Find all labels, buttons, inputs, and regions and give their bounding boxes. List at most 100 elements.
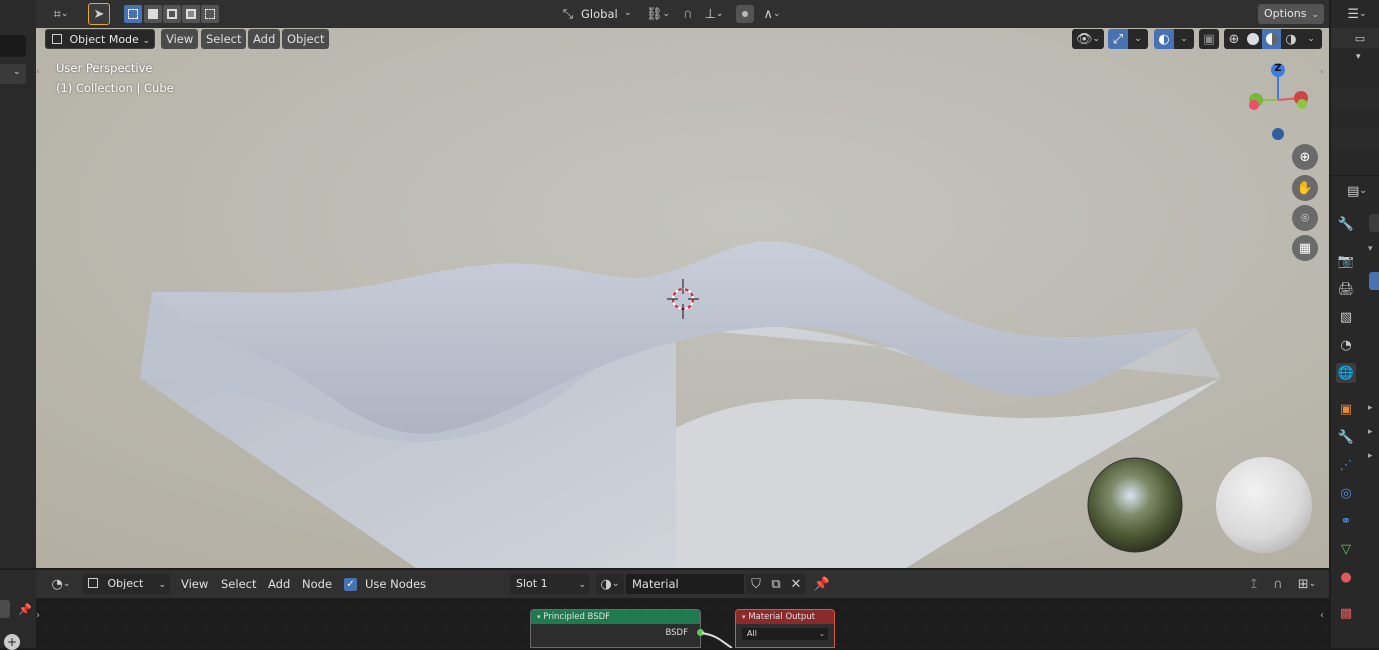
unlink-material-icon[interactable]: ✕ [786, 574, 806, 594]
physics-tab-icon[interactable]: ◎ [1336, 483, 1356, 503]
visibility-eye-icon[interactable]: 👁 ⌄ [1072, 29, 1104, 49]
select-new-icon[interactable] [124, 5, 142, 23]
select-tool-icon[interactable]: ➤ [88, 3, 110, 25]
properties-world-icon [1369, 214, 1379, 232]
pin-icon[interactable]: 📌 [16, 600, 34, 618]
node-editor-type-icon[interactable]: ◔ ⌄ [46, 574, 76, 594]
tool-tab-icon[interactable]: 🔧 [1336, 214, 1356, 234]
material-tab-icon[interactable]: ● [1336, 567, 1356, 587]
properties-panel-arrow[interactable]: ▾ [1368, 244, 1373, 254]
overlay-toggle-icon[interactable]: ◐ [1154, 29, 1174, 49]
modifier-tab-icon[interactable]: 🔧 [1336, 427, 1356, 447]
data-tab-icon[interactable]: ▽ [1336, 539, 1356, 559]
select-intersect-icon[interactable] [201, 5, 219, 23]
particles-tab-icon[interactable]: ⋰ [1336, 455, 1356, 475]
left-panel-field[interactable] [0, 35, 26, 57]
viewport-menu-object[interactable]: Object [282, 29, 330, 49]
select-invert-icon[interactable] [182, 5, 200, 23]
camera-view-icon[interactable]: ⌾ [1292, 205, 1318, 231]
shading-solid-icon[interactable] [1243, 29, 1263, 49]
output-tab-icon[interactable]: 🖨 [1336, 279, 1356, 299]
properties-editor-icon[interactable]: ▤ ⌄ [1340, 181, 1374, 201]
object-mode-icon [52, 34, 62, 44]
viewport-menu-select[interactable]: Select [201, 29, 247, 49]
falloff-icon[interactable]: ∧ ⌄ [758, 4, 786, 24]
shading-wireframe-icon[interactable]: ⊕ [1224, 29, 1244, 49]
viewport-3d[interactable] [36, 28, 1329, 568]
mode-dropdown[interactable]: Object Mode ⌄ [45, 29, 155, 49]
left-panel-expand-arrow[interactable]: ‹ [36, 67, 44, 79]
pivot-point-icon[interactable]: ⛓ ⌄ [644, 4, 672, 24]
gizmo-dropdown-icon[interactable]: ⌄ [1128, 29, 1148, 49]
right-panel-expand-arrow[interactable]: ‹ [1320, 67, 1328, 79]
options-dropdown[interactable]: Options ⌄ [1258, 4, 1324, 24]
view-layer-tab-icon[interactable]: ▧ [1336, 307, 1356, 327]
scene-tab-icon[interactable]: ◔ [1336, 335, 1356, 355]
shading-dropdown-icon[interactable]: ⌄ [1300, 29, 1322, 49]
node-menu-select[interactable]: Select [216, 574, 261, 594]
pin-node-tree-icon[interactable]: 📌 [812, 574, 832, 594]
node-menu-add[interactable]: Add [263, 574, 295, 594]
output-node-header[interactable]: ▾ Material Output [736, 610, 834, 624]
viewport-menu-view[interactable]: View [161, 29, 199, 49]
transform-orientation-dropdown[interactable]: ⤡ Global ⌄ [558, 4, 636, 24]
viewport-menu-add[interactable]: Add [248, 29, 281, 49]
menu-label: View [181, 577, 209, 591]
node-toolbar-arrow[interactable]: › [36, 610, 40, 621]
duplicate-material-icon[interactable]: ⧉ [766, 574, 786, 594]
principled-node-header[interactable]: ▾ Principled BSDF [531, 610, 700, 624]
xray-toggle-icon[interactable]: ▣ [1199, 29, 1219, 49]
outliner-collection-icon[interactable]: ▭ [1352, 30, 1368, 46]
overlay-dropdown-icon[interactable]: ⌄ [1174, 29, 1194, 49]
proportional-edit-icon[interactable] [736, 5, 754, 23]
outliner-row-alt [1331, 88, 1379, 108]
material-name: Material [632, 577, 679, 591]
fake-user-icon[interactable]: ⛉ [746, 574, 766, 594]
select-subtract-icon[interactable] [163, 5, 181, 23]
texture-tab-icon[interactable]: ▩ [1336, 603, 1356, 623]
properties-panel-arrow[interactable]: ▸ [1368, 403, 1373, 413]
outliner-row-alt [1331, 128, 1379, 148]
principled-bsdf-node[interactable]: ▾ Principled BSDF BSDF [530, 609, 701, 648]
render-tab-icon[interactable]: 📷 [1336, 251, 1356, 271]
use-nodes-toggle[interactable]: ✓ Use Nodes [344, 576, 426, 592]
menu-label: Object [287, 32, 325, 46]
snap-node-icon[interactable]: ∩ [1268, 574, 1288, 594]
gizmo-toggle-icon[interactable]: ⤢ [1108, 29, 1128, 49]
snap-toggle-icon[interactable]: ∩ [678, 4, 698, 24]
slot-dropdown[interactable]: Slot 1 ⌄ [510, 574, 590, 594]
principled-node-title: Principled BSDF [543, 612, 611, 622]
shading-rendered-icon[interactable]: ◑ [1281, 29, 1301, 49]
use-nodes-checkbox[interactable]: ✓ [344, 577, 357, 591]
shading-material-icon[interactable] [1262, 29, 1282, 49]
material-browse-icon[interactable]: ◑ ⌄ [596, 574, 624, 594]
node-editor-left-field[interactable] [0, 600, 10, 618]
viewport-scene [36, 28, 1329, 568]
world-tab-icon[interactable]: 🌐 [1336, 363, 1356, 383]
object-tab-icon[interactable]: ▣ [1336, 399, 1356, 419]
material-name-field[interactable]: Material [626, 574, 744, 594]
editor-type-icon[interactable]: ⌗ ⌄ [46, 4, 76, 24]
snap-node-dropdown-icon[interactable]: ⊞ ⌄ [1292, 574, 1322, 594]
outliner-expand-arrow[interactable]: ▾ [1356, 52, 1361, 62]
output-target-dropdown[interactable]: All ⌄ [742, 628, 828, 640]
node-menu-node[interactable]: Node [297, 574, 337, 594]
perspective-grid-icon[interactable]: ▦ [1292, 235, 1318, 261]
object-type-dropdown[interactable]: Object ⌄ [82, 574, 170, 594]
properties-panel-arrow[interactable]: ▸ [1368, 451, 1373, 461]
parent-node-tree-icon[interactable]: ↥ [1244, 574, 1264, 594]
pan-hand-icon[interactable]: ✋ [1292, 175, 1318, 201]
outliner-editor-icon[interactable]: ☰ ⌄ [1340, 4, 1374, 24]
left-panel [0, 0, 36, 568]
options-label: Options [1264, 7, 1307, 20]
node-menu-view[interactable]: View [176, 574, 213, 594]
node-sidebar-arrow[interactable]: ‹ [1320, 610, 1324, 621]
constraints-tab-icon[interactable]: ⚭ [1336, 511, 1356, 531]
output-target-label: All [747, 629, 757, 638]
select-extend-icon[interactable] [144, 5, 162, 23]
properties-panel-arrow[interactable]: ▸ [1368, 427, 1373, 437]
zoom-icon[interactable]: ⊕ [1292, 144, 1318, 170]
material-output-node[interactable]: ▾ Material Output All ⌄ [735, 609, 835, 648]
snap-target-icon[interactable]: ⊥ ⌄ [700, 4, 728, 24]
left-panel-dropdown[interactable]: ⌄ [0, 64, 26, 84]
